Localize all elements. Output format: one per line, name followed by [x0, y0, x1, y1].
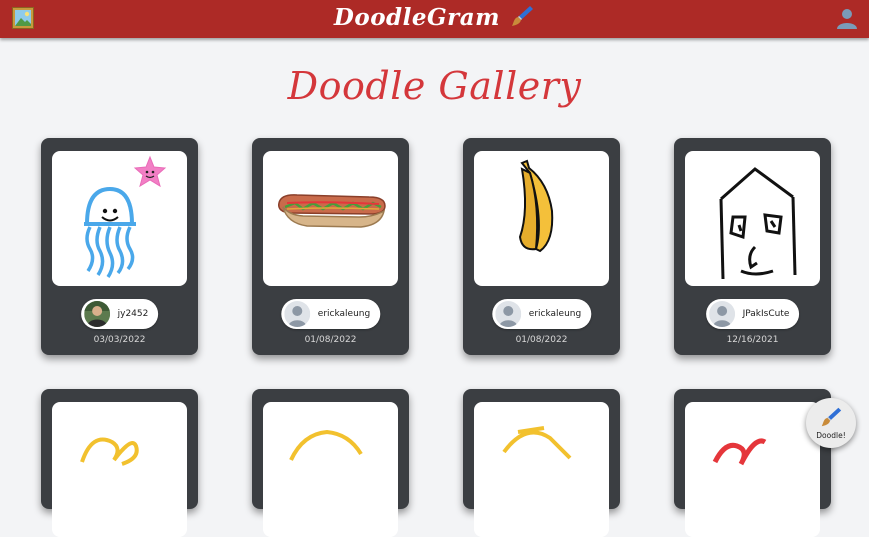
default-avatar-icon — [708, 301, 735, 327]
page-title: Doodle Gallery — [287, 64, 582, 108]
avatar — [83, 301, 110, 327]
paintbrush-icon — [821, 407, 842, 427]
top-bar: DoodleGram — [0, 0, 869, 38]
username: jy2452 — [117, 309, 149, 319]
doodle-canvas[interactable] — [263, 402, 398, 537]
user-chip[interactable]: erickaleung — [491, 299, 592, 329]
username: JPakIsCute — [742, 309, 790, 319]
paintbrush-icon — [509, 3, 535, 29]
profile-icon[interactable] — [835, 6, 859, 30]
user-chip[interactable]: erickaleung — [280, 299, 381, 329]
doodle-canvas[interactable] — [52, 402, 187, 537]
post-date: 12/16/2021 — [726, 335, 779, 345]
doodle-fab-button[interactable]: Doodle! — [806, 398, 856, 448]
user-chip[interactable]: JPakIsCute — [705, 299, 800, 329]
jellyfish-doodle — [84, 155, 167, 278]
username: erickaleung — [528, 309, 582, 319]
username: erickaleung — [317, 309, 371, 319]
doodle-card[interactable] — [252, 389, 409, 537]
brand-name[interactable]: DoodleGram — [334, 4, 500, 31]
doodle-canvas[interactable] — [263, 151, 398, 286]
doodle-card[interactable]: jy2452 03/03/2022 — [41, 138, 198, 355]
doodle-card[interactable] — [41, 389, 198, 537]
doodle-card[interactable]: erickaleung 01/08/2022 — [463, 138, 620, 355]
house-face-doodle — [719, 167, 797, 280]
post-date: 01/08/2022 — [304, 335, 357, 345]
red-doodle — [712, 438, 767, 466]
doodle-card[interactable] — [463, 389, 620, 537]
doodle-canvas[interactable] — [685, 151, 820, 286]
doodle-card[interactable]: JPakIsCute 12/16/2021 — [674, 138, 831, 355]
yellow-doodle — [502, 426, 572, 460]
yellow-doodle — [80, 437, 139, 466]
doodle-canvas[interactable] — [474, 151, 609, 286]
default-avatar-icon — [283, 301, 310, 327]
yellow-doodle — [289, 429, 363, 461]
user-chip[interactable]: jy2452 — [80, 299, 159, 329]
gallery-picture-icon[interactable] — [12, 7, 34, 29]
doodle-card[interactable]: erickaleung 01/08/2022 — [252, 138, 409, 355]
hotdog-doodle — [278, 194, 386, 228]
doodle-canvas[interactable] — [52, 151, 187, 286]
doodle-canvas[interactable] — [474, 402, 609, 537]
post-date: 03/03/2022 — [93, 335, 146, 345]
brand: DoodleGram — [0, 3, 869, 31]
default-avatar-icon — [494, 301, 521, 327]
post-date: 01/08/2022 — [515, 335, 568, 345]
banana-doodle — [518, 159, 554, 253]
fab-label: Doodle! — [816, 431, 846, 440]
doodle-canvas[interactable] — [685, 402, 820, 537]
